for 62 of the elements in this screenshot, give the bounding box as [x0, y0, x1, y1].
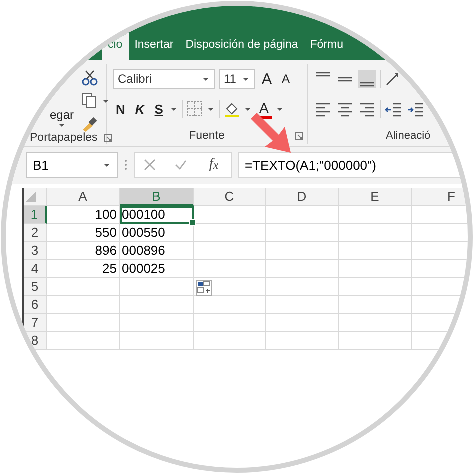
caret-icon[interactable] — [244, 106, 252, 112]
column-header[interactable]: C — [194, 188, 266, 206]
column-header[interactable]: F — [412, 188, 468, 206]
row-header[interactable]: 2 — [24, 224, 47, 242]
paste-label[interactable]: egar — [50, 108, 74, 122]
shrink-font-button[interactable]: A — [279, 69, 294, 89]
column-header[interactable]: E — [339, 188, 412, 206]
drag-handle-icon — [124, 159, 128, 171]
table-cell: 25 — [47, 260, 120, 278]
table-cell: 000896 — [120, 242, 194, 260]
group-label: Alineació — [386, 130, 431, 142]
row-header[interactable]: 7 — [24, 314, 47, 332]
font-name-dropdown[interactable]: Calibri — [113, 69, 215, 89]
underline-button[interactable]: S — [152, 99, 166, 119]
row-header[interactable]: 1 — [24, 206, 47, 224]
fill-handle[interactable] — [189, 219, 196, 226]
group-label: Portapapeles — [30, 132, 98, 144]
caret-icon[interactable] — [242, 76, 250, 82]
row-header[interactable]: 4 — [24, 260, 47, 278]
table-cell: 100 — [47, 206, 120, 224]
table-cell: 550 — [47, 224, 120, 242]
table-cell: 000025 — [120, 260, 194, 278]
table-cell — [194, 224, 266, 242]
caret-icon[interactable] — [58, 122, 66, 128]
group-label: Fuente — [189, 130, 225, 142]
column-header[interactable]: B — [120, 188, 194, 206]
name-box[interactable]: B1 — [26, 152, 118, 178]
enter-checkmark-icon[interactable] — [175, 159, 188, 171]
ribbon-tab[interactable]: Insertar — [128, 32, 180, 60]
column-header[interactable]: D — [266, 188, 339, 206]
ribbon-tab[interactable]: Fórmu — [304, 32, 350, 60]
caret-icon[interactable] — [207, 106, 216, 112]
table-cell: 000100 — [120, 206, 194, 224]
italic-button[interactable]: K — [132, 99, 148, 119]
dialog-launcher-icon[interactable] — [104, 134, 112, 142]
copy-icon[interactable] — [82, 93, 98, 109]
row-header[interactable]: 6 — [24, 296, 47, 314]
table-cell: 000550 — [120, 224, 194, 242]
table-cell — [194, 314, 266, 332]
table-cell — [194, 206, 266, 224]
column-header[interactable]: A — [47, 188, 120, 206]
caret-icon[interactable] — [102, 98, 110, 104]
row-header[interactable]: 5 — [24, 278, 47, 296]
text-orientation-icon[interactable] — [385, 71, 401, 87]
bold-button[interactable]: N — [113, 99, 128, 119]
table-cell — [194, 242, 266, 260]
caret-icon[interactable] — [202, 76, 210, 82]
align-bottom-icon[interactable] — [358, 70, 376, 88]
grow-font-button[interactable]: A — [259, 69, 276, 89]
table-cell: 896 — [47, 242, 120, 260]
paste-options-icon[interactable] — [196, 280, 212, 296]
fill-bucket-icon[interactable] — [224, 101, 240, 117]
table-cell — [194, 332, 266, 350]
scissors-icon[interactable] — [82, 70, 98, 86]
caret-icon[interactable] — [170, 106, 178, 112]
row-header[interactable]: 8 — [24, 332, 47, 350]
row-header[interactable]: 3 — [24, 242, 47, 260]
font-size-dropdown[interactable]: 11 — [219, 69, 255, 89]
format-painter-icon[interactable] — [82, 116, 98, 132]
ribbon-tab[interactable]: Disposición de página — [180, 32, 304, 60]
caret-icon[interactable] — [103, 162, 111, 168]
dialog-launcher-icon[interactable] — [295, 132, 303, 140]
